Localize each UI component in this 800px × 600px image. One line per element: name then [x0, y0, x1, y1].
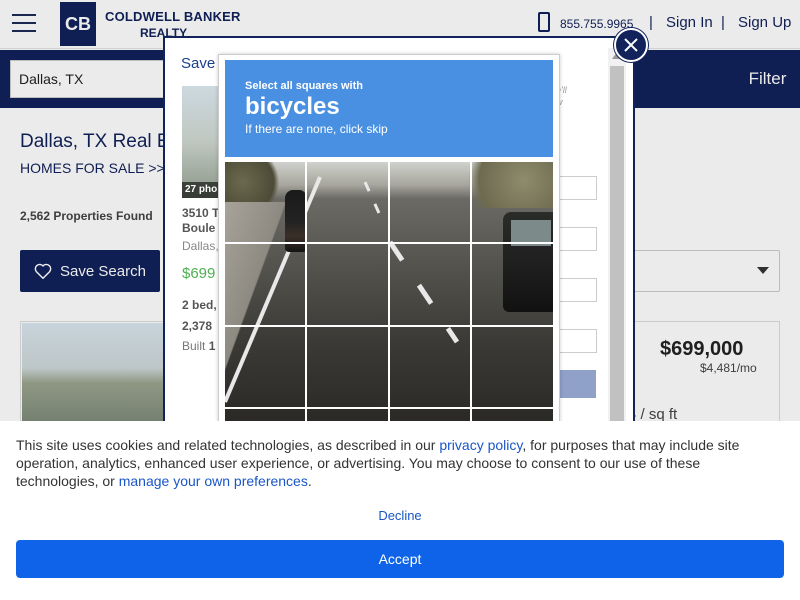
cookie-text-part: .: [307, 473, 312, 489]
modal-address-line2: Boule: [182, 221, 216, 235]
decline-button[interactable]: Decline: [0, 508, 800, 523]
manage-preferences-link[interactable]: manage your own preferences: [119, 473, 308, 489]
grid-divider: [225, 407, 553, 409]
captcha-tile[interactable]: [225, 327, 305, 407]
modal-beds-value: 2 bed,: [182, 298, 217, 312]
modal-beds: 2 bed,: [182, 298, 217, 312]
modal-title: Save: [181, 55, 216, 72]
captcha-tile[interactable]: [225, 162, 305, 242]
captcha-skip-hint: If there are none, click skip: [245, 122, 388, 136]
modal-sqft: 2,378: [182, 319, 213, 333]
privacy-policy-link[interactable]: privacy policy: [439, 437, 522, 453]
photo-count-badge: 27 pho: [182, 182, 222, 198]
modal-email-field[interactable]: [555, 227, 597, 251]
captcha-tile[interactable]: [307, 162, 388, 242]
captcha-tile[interactable]: [225, 244, 305, 325]
captcha-tile[interactable]: [472, 162, 553, 242]
modal-scrollbar-thumb[interactable]: [610, 66, 624, 426]
modal-built-value: 1: [208, 339, 216, 353]
modal-phone-field[interactable]: [555, 278, 597, 302]
captcha-tile[interactable]: [307, 327, 388, 407]
close-icon[interactable]: [614, 28, 648, 62]
modal-address-line1: 3510 T: [182, 206, 220, 220]
cookie-text: This site uses cookies and related techn…: [16, 436, 786, 490]
modal-password-field[interactable]: [555, 329, 597, 353]
accept-button[interactable]: Accept: [16, 540, 784, 578]
captcha-tile[interactable]: [307, 244, 388, 325]
modal-built-label: Built: [182, 339, 206, 353]
modal-price: $699: [182, 265, 216, 282]
modal-name-field[interactable]: [555, 176, 597, 200]
modal-city: Dallas,: [182, 239, 219, 253]
close-x-glyph: [624, 38, 638, 52]
captcha-tile[interactable]: [472, 327, 553, 407]
captcha-tile[interactable]: [390, 327, 470, 407]
captcha-tile[interactable]: [390, 244, 470, 325]
captcha-target: bicycles: [245, 93, 340, 120]
captcha-tile[interactable]: [390, 162, 470, 242]
modal-submit-button[interactable]: [555, 370, 596, 398]
captcha-instruction: Select all squares with: [245, 80, 363, 92]
captcha-image-grid: [225, 162, 553, 424]
captcha-tile[interactable]: [472, 244, 553, 325]
modal-built: Built 1: [182, 339, 215, 353]
cookie-text-part: This site uses cookies and related techn…: [16, 437, 440, 453]
